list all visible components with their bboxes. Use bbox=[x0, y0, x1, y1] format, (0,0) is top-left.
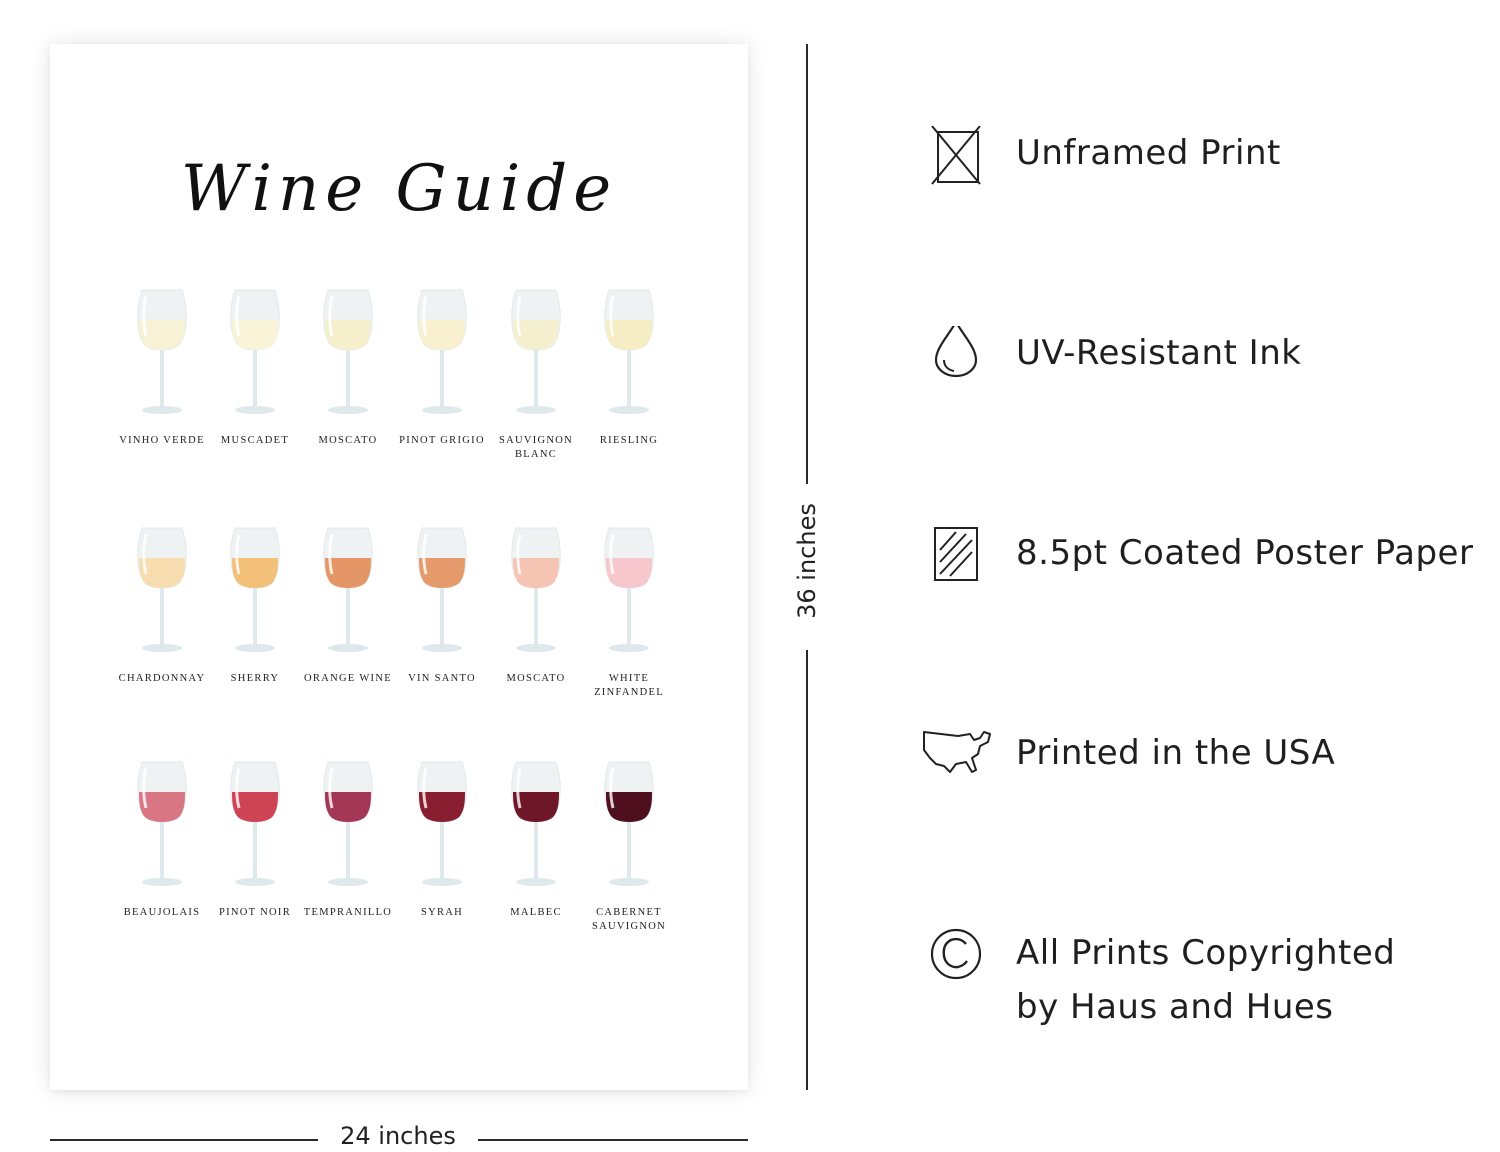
wine-glass-icon bbox=[511, 289, 561, 414]
wine-glass-icon bbox=[230, 289, 280, 414]
feature-text: UV-Resistant Ink bbox=[1016, 333, 1302, 373]
ink-drop-icon bbox=[918, 319, 998, 406]
wine-glass-icon bbox=[137, 289, 187, 414]
wine-glass-icon bbox=[323, 289, 373, 414]
wine-glass-icon bbox=[604, 527, 654, 652]
feature-text: 8.5pt Coated Poster Paper bbox=[1016, 533, 1474, 573]
wine-glass-icon bbox=[230, 761, 280, 886]
feature-uv-ink: UV-Resistant Ink bbox=[918, 319, 1498, 406]
wine-glass-icon bbox=[323, 761, 373, 886]
usa-map-icon bbox=[918, 726, 998, 806]
feature-printed-usa: Printed in the USA bbox=[918, 726, 1498, 806]
wine-glass-icon bbox=[511, 761, 561, 886]
wine-glass-item: CABERNET SAUVIGNON bbox=[573, 756, 685, 946]
wine-glass-item: RIESLING bbox=[573, 284, 685, 474]
wine-glass-icon bbox=[417, 527, 467, 652]
unframed-box-icon bbox=[918, 125, 998, 206]
wine-glass-icon bbox=[230, 527, 280, 652]
feature-text: Printed in the USA bbox=[1016, 733, 1336, 773]
width-dimension-line-left bbox=[50, 1139, 318, 1141]
wine-glass-icon bbox=[323, 527, 373, 652]
wine-glass-label: WHITE ZINFANDEL bbox=[594, 673, 664, 698]
height-dimension-line-top bbox=[806, 44, 808, 484]
feature-text-line-1: All Prints Copyrighted bbox=[1016, 933, 1396, 973]
feature-copyright: All Prints Copyrighted by Haus and Hues bbox=[918, 926, 1498, 1036]
width-dimension-line-right bbox=[478, 1139, 748, 1141]
feature-unframed-print: Unframed Print bbox=[918, 125, 1498, 206]
paper-sheet-icon bbox=[918, 526, 998, 606]
wine-glass-icon bbox=[137, 527, 187, 652]
wine-glass-icon bbox=[417, 289, 467, 414]
wine-glass-icon bbox=[604, 289, 654, 414]
wine-glass-icon bbox=[604, 761, 654, 886]
feature-text-line-2: by Haus and Hues bbox=[1016, 987, 1334, 1027]
wine-glass-icon bbox=[511, 527, 561, 652]
wine-glass-label: CABERNET SAUVIGNON bbox=[591, 907, 667, 932]
copyright-icon bbox=[918, 926, 998, 1006]
wine-guide-poster: Wine Guide VINHO VERDE MUSCADET MOSCATO PIN… bbox=[50, 44, 748, 1090]
wine-glass-label: RIESLING bbox=[599, 435, 659, 446]
wine-glass-icon bbox=[417, 761, 467, 886]
wine-glass-item: WHITE ZINFANDEL bbox=[573, 522, 685, 712]
feature-text: Unframed Print bbox=[1016, 133, 1281, 173]
height-dimension-line-bottom bbox=[806, 650, 808, 1090]
wine-glass-icon bbox=[137, 761, 187, 886]
poster-title: Wine Guide bbox=[180, 152, 618, 226]
feature-coated-paper: 8.5pt Coated Poster Paper bbox=[918, 526, 1498, 606]
height-dimension-label: 36 inches bbox=[793, 503, 821, 619]
width-dimension-label: 24 inches bbox=[340, 1122, 456, 1150]
